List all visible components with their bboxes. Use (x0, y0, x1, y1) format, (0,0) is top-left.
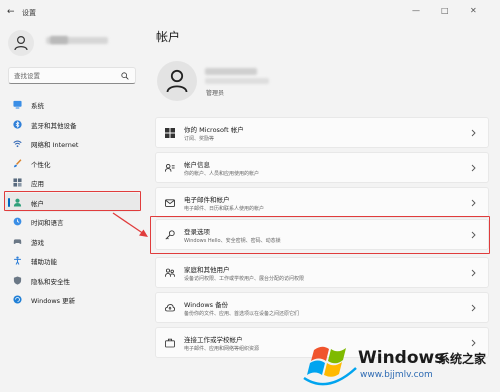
watermark-url: www.bjjmlv.com (360, 370, 433, 380)
watermark-suffix: 系统之家 (438, 352, 487, 366)
watermark-brand: Windows (358, 348, 445, 368)
watermark: Windows 系统之家 www.bjjmlv.com (298, 328, 500, 392)
windows-logo-watermark (303, 346, 357, 386)
